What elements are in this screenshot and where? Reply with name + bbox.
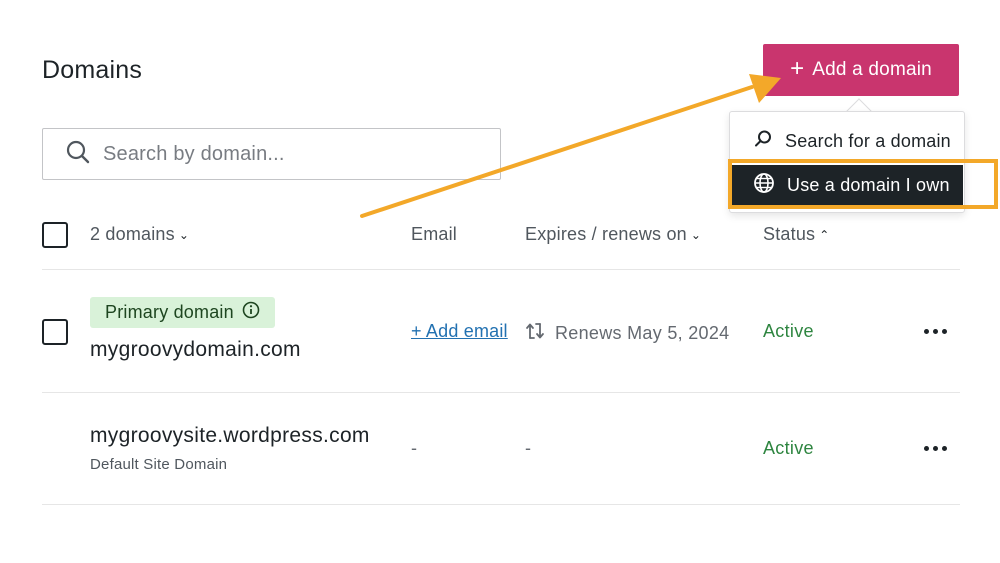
more-options-button[interactable]: [917, 436, 953, 460]
domain-search-input[interactable]: [103, 142, 463, 166]
highlight-box: [728, 159, 998, 209]
row-divider: [42, 392, 960, 393]
page-title: Domains: [42, 56, 143, 84]
dot-icon: [923, 445, 929, 451]
column-header-email: Email: [411, 224, 458, 244]
add-domain-label: Add a domain: [812, 59, 932, 80]
dot-icon: [941, 328, 947, 334]
column-header-expires[interactable]: Expires / renews on ⌄: [525, 224, 701, 245]
domain-name-link[interactable]: mygroovydomain.com: [90, 338, 301, 362]
menu-item-label: Search for a domain: [785, 130, 951, 151]
menu-item-search-domain[interactable]: Search for a domain: [731, 121, 963, 161]
renewal-empty-value: -: [525, 438, 531, 458]
search-icon: [753, 129, 773, 154]
domain-search-box[interactable]: [42, 128, 501, 180]
chevron-up-icon: ⌃: [819, 227, 830, 242]
dot-icon: [932, 328, 938, 334]
status-badge: Active: [763, 438, 814, 458]
column-header-domains[interactable]: 2 domains ⌄: [90, 224, 189, 245]
primary-domain-badge: Primary domain: [90, 297, 275, 328]
more-options-button[interactable]: [917, 319, 953, 343]
chevron-down-icon: ⌄: [690, 227, 702, 242]
add-domain-button[interactable]: + Add a domain: [763, 44, 959, 96]
renew-arrows-icon: [525, 321, 547, 346]
search-icon: [65, 139, 91, 170]
plus-icon: +: [790, 55, 805, 82]
chevron-down-icon: ⌄: [178, 227, 190, 242]
dot-icon: [941, 445, 947, 451]
row-divider: [42, 269, 960, 270]
email-empty-value: -: [411, 438, 417, 458]
renewal-info: Renews May 5, 2024: [525, 321, 730, 346]
domain-name-link[interactable]: mygroovysite.wordpress.com: [90, 424, 370, 448]
select-all-checkbox[interactable]: [42, 222, 68, 248]
domain-subtitle: Default Site Domain: [90, 456, 228, 473]
info-icon[interactable]: [242, 301, 260, 324]
dot-icon: [932, 445, 938, 451]
add-email-link[interactable]: + Add email: [411, 321, 508, 342]
dot-icon: [923, 328, 929, 334]
row-divider: [42, 504, 960, 505]
status-badge: Active: [763, 321, 814, 341]
row-checkbox[interactable]: [42, 319, 68, 345]
column-header-status[interactable]: Status ⌃: [763, 224, 830, 245]
